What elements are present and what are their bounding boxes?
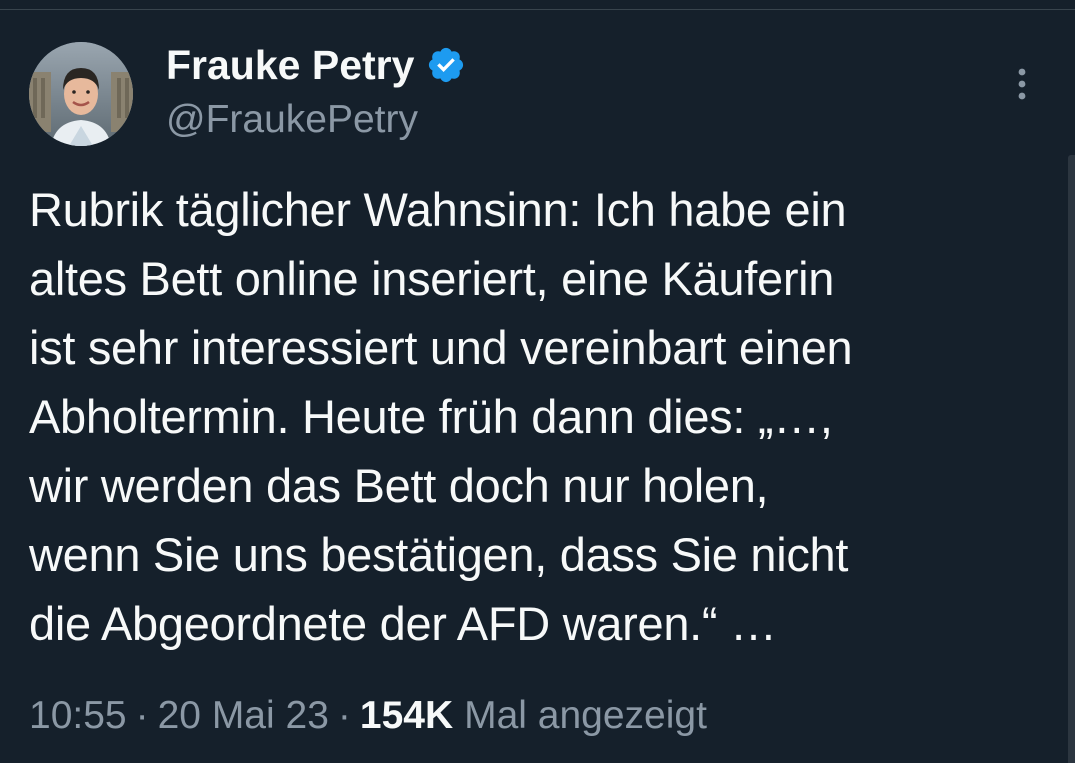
tweet-meta: 10:55 · 20 Mai 23 · 154K Mal angezeigt — [29, 688, 707, 744]
scrollbar[interactable] — [1068, 155, 1075, 763]
views-label: Mal angezeigt — [464, 694, 707, 737]
author-handle[interactable]: @FraukePetry — [166, 96, 418, 144]
avatar-photo — [29, 42, 133, 146]
more-vertical-icon — [1018, 68, 1026, 100]
verified-badge-icon — [426, 45, 466, 85]
more-options-button[interactable] — [1000, 60, 1044, 108]
tweet-time[interactable]: 10:55 — [29, 694, 127, 738]
author-name-row[interactable]: Frauke Petry — [166, 40, 466, 90]
avatar[interactable] — [29, 42, 133, 146]
tweet-detail-view: Frauke Petry @FraukePetry Rubrik täglich… — [0, 0, 1075, 763]
meta-separator: · — [135, 694, 149, 737]
views-count[interactable]: 154K — [360, 694, 453, 738]
divider — [0, 9, 1075, 10]
author-display-name[interactable]: Frauke Petry — [166, 40, 414, 90]
meta-separator: · — [337, 694, 351, 737]
tweet-date[interactable]: 20 Mai 23 — [158, 694, 329, 738]
tweet-text: Rubrik täglicher Wahnsinn: Ich habe ein … — [29, 183, 853, 650]
